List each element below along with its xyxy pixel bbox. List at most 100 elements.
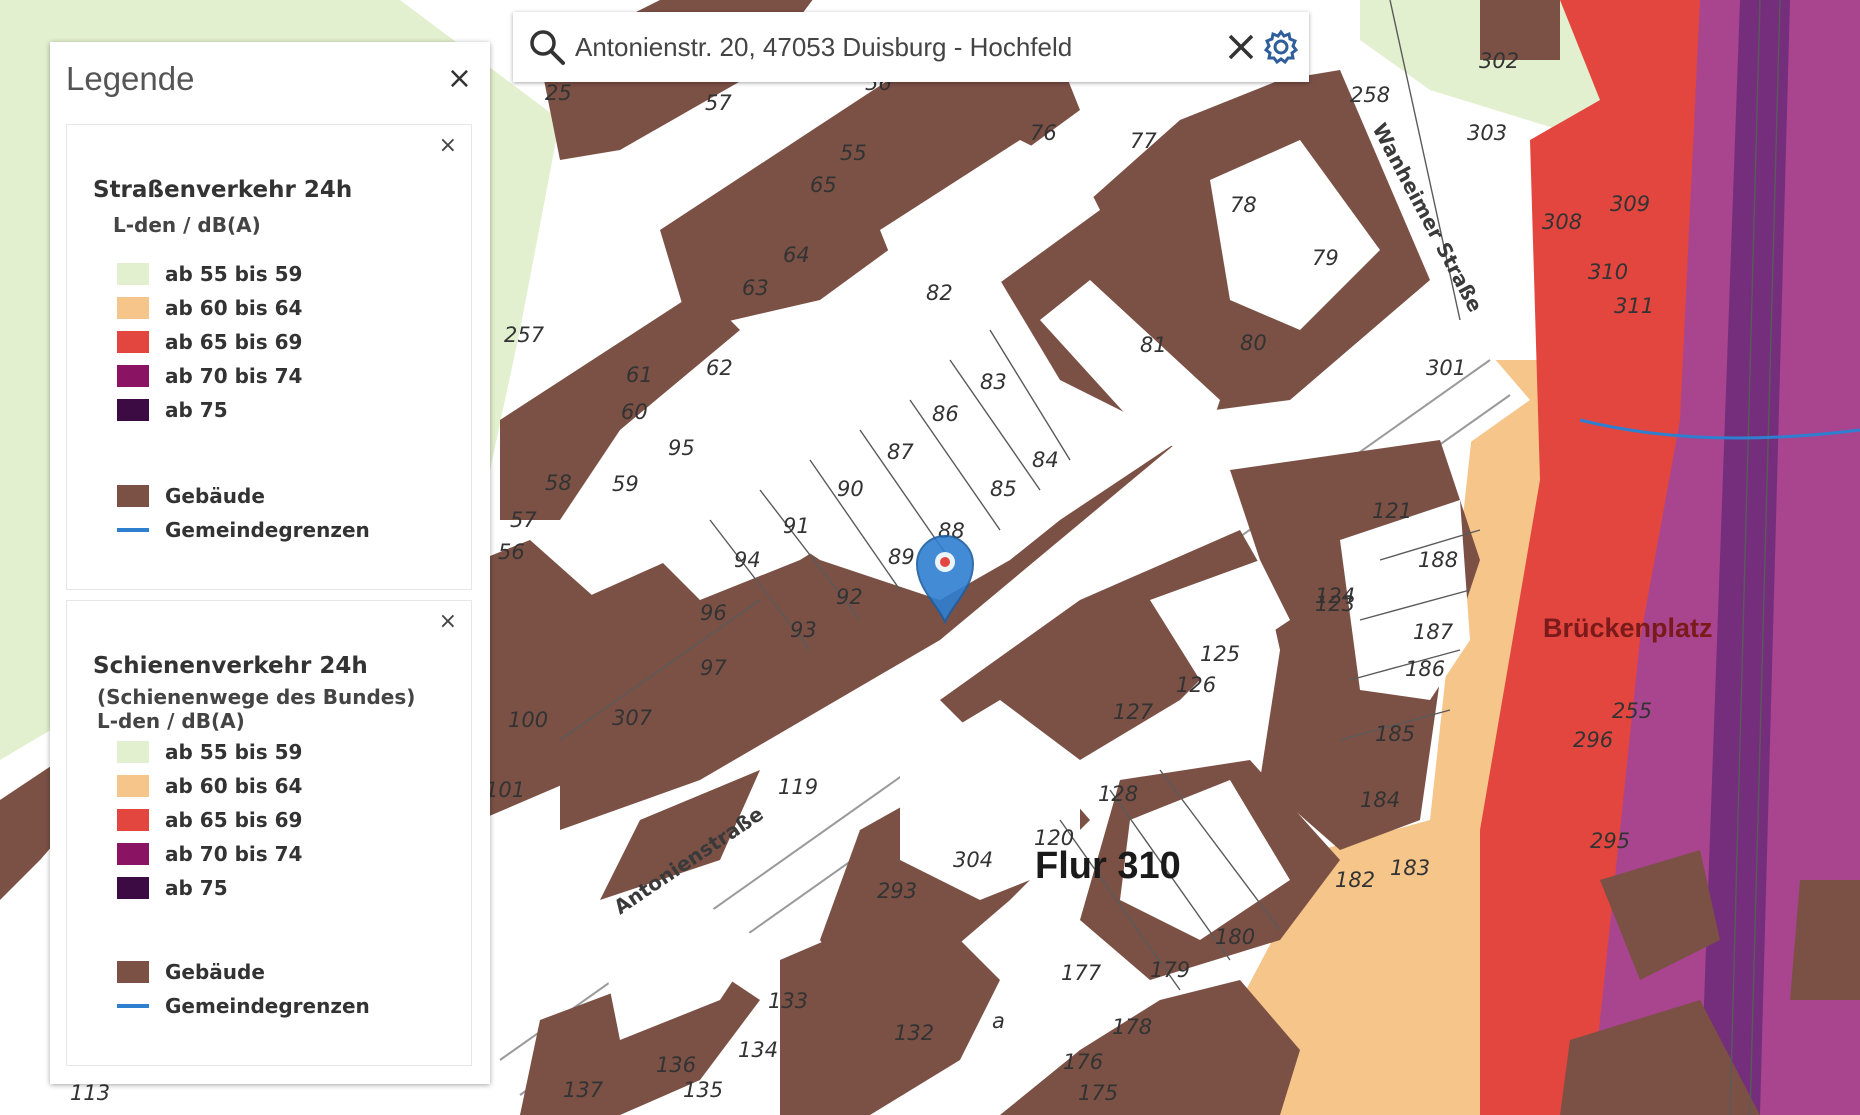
- parcel-number: 296: [1573, 728, 1613, 752]
- legend-class-row: ab 65 bis 69: [117, 807, 302, 833]
- parcel-number: 119: [778, 775, 818, 799]
- parcel-number: 89: [888, 545, 915, 569]
- legend-section-close-button[interactable]: ×: [439, 135, 457, 157]
- parcel-number: 183: [1390, 856, 1430, 880]
- parcel-number: 91: [783, 514, 810, 538]
- parcel-number: 187: [1413, 620, 1454, 644]
- parcel-number: 57: [705, 91, 732, 115]
- parcel-number: 59: [612, 472, 639, 496]
- legend-section-road: × Straßenverkehr 24h L-den / dB(A) ab 55…: [66, 124, 472, 590]
- search-input[interactable]: [575, 31, 1221, 63]
- parcel-number: 25: [545, 81, 572, 105]
- parcel-number: 124: [1315, 584, 1355, 608]
- parcel-number: 100: [508, 708, 548, 732]
- parcel-number: 63: [742, 276, 769, 300]
- legend-boundary-row: Gemeindegrenzen: [117, 517, 370, 543]
- parcel-number: 128: [1098, 782, 1138, 806]
- parcel-number: 125: [1200, 642, 1240, 666]
- clear-search-button[interactable]: [1221, 27, 1261, 67]
- parcel-number: 81: [1140, 333, 1167, 357]
- close-icon: [1228, 34, 1254, 60]
- parcel-number: 302: [1479, 49, 1519, 73]
- legend-class-row: ab 55 bis 59: [117, 261, 302, 287]
- parcel-number: 309: [1610, 192, 1650, 216]
- legend-class-label: Gemeindegrenzen: [165, 994, 370, 1018]
- parcel-number: 184: [1360, 788, 1400, 812]
- parcel-number: 310: [1588, 260, 1628, 284]
- legend-class-row: ab 55 bis 59: [117, 739, 302, 765]
- parcel-number: 113: [70, 1081, 110, 1105]
- parcel-number: 84: [1032, 448, 1059, 472]
- legend-class-label: ab 60 bis 64: [165, 296, 303, 320]
- legend-class-row: ab 60 bis 64: [117, 773, 302, 799]
- parcel-number: 92: [836, 585, 863, 609]
- legend-section-rail: × Schienenverkehr 24h (Schienenwege des …: [66, 600, 472, 1066]
- parcel-number: 136: [656, 1053, 696, 1077]
- legend-swatch: [117, 741, 149, 763]
- parcel-number: 101: [485, 778, 525, 802]
- legend-title: Legende: [66, 60, 195, 97]
- legend-swatch: [117, 365, 149, 387]
- settings-button[interactable]: [1261, 27, 1301, 67]
- parcel-number: 90: [837, 477, 864, 501]
- legend-class-label: ab 65 bis 69: [165, 808, 303, 832]
- legend-class-row: ab 75: [117, 875, 228, 901]
- parcel-number: 132: [894, 1021, 934, 1045]
- legend-class-label: ab 70 bis 74: [165, 364, 303, 388]
- legend-section-title: Straßenverkehr 24h: [93, 177, 353, 203]
- parcel-number: 85: [990, 477, 1017, 501]
- legend-panel: Legende × × Straßenverkehr 24h L-den / d…: [50, 42, 490, 1084]
- parcel-number: 303: [1467, 121, 1507, 145]
- parcel-number: 186: [1405, 657, 1445, 681]
- parcel-number: 307: [612, 706, 653, 730]
- parcel-number: 78: [1230, 193, 1257, 217]
- legend-class-label: Gemeindegrenzen: [165, 518, 370, 542]
- parcel-number: 188: [1418, 548, 1458, 572]
- parcel-number: 80: [1240, 331, 1267, 355]
- legend-swatch: [117, 331, 149, 353]
- legend-section-subtitle: (Schienenwege des Bundes): [97, 685, 416, 709]
- parcel-number: 311: [1614, 294, 1654, 318]
- legend-class-label: ab 75: [165, 876, 228, 900]
- parcel-number: 95: [668, 436, 695, 460]
- legend-class-label: Gebäude: [165, 484, 265, 508]
- legend-class-row: ab 70 bis 74: [117, 363, 302, 389]
- legend-class-label: ab 70 bis 74: [165, 842, 303, 866]
- search-bar: [513, 12, 1309, 82]
- building-swatch: [117, 961, 149, 983]
- parcel-number: 87: [887, 440, 914, 464]
- parcel-number: 257: [504, 323, 545, 347]
- parcel-number: 175: [1078, 1081, 1118, 1105]
- parcel-number: 178: [1112, 1015, 1152, 1039]
- parcel-number: 65: [810, 173, 837, 197]
- parcel-number: 295: [1590, 829, 1630, 853]
- parcel-number: 83: [980, 370, 1007, 394]
- legend-boundary-row: Gemeindegrenzen: [117, 993, 370, 1019]
- parcel-number: 301: [1426, 356, 1466, 380]
- parcel-number: 127: [1113, 700, 1154, 724]
- parcel-number: 97: [700, 656, 727, 680]
- legend-section-title: Schienenverkehr 24h: [93, 653, 368, 679]
- parcel-number: 121: [1372, 499, 1412, 523]
- parcel-number: 93: [790, 618, 817, 642]
- legend-swatch: [117, 843, 149, 865]
- legend-swatch: [117, 399, 149, 421]
- legend-class-row: ab 60 bis 64: [117, 295, 302, 321]
- parcel-number: 293: [877, 879, 917, 903]
- parcel-number: 255: [1612, 699, 1652, 723]
- legend-close-button[interactable]: ×: [447, 64, 472, 94]
- legend-swatch: [117, 809, 149, 831]
- search-icon[interactable]: [525, 25, 569, 69]
- parcel-number: a: [992, 1009, 1005, 1033]
- parcel-number: 94: [734, 548, 761, 572]
- boundary-line-swatch: [117, 528, 149, 532]
- legend-class-label: ab 55 bis 59: [165, 740, 303, 764]
- parcel-number: 135: [683, 1078, 723, 1102]
- parcel-number: 176: [1063, 1050, 1103, 1074]
- parcel-number: 96: [700, 601, 727, 625]
- legend-swatch: [117, 877, 149, 899]
- parcel-number: 64: [783, 243, 810, 267]
- legend-section-close-button[interactable]: ×: [439, 611, 457, 633]
- parcel-number: 120: [1034, 826, 1074, 850]
- legend-class-row: ab 65 bis 69: [117, 329, 302, 355]
